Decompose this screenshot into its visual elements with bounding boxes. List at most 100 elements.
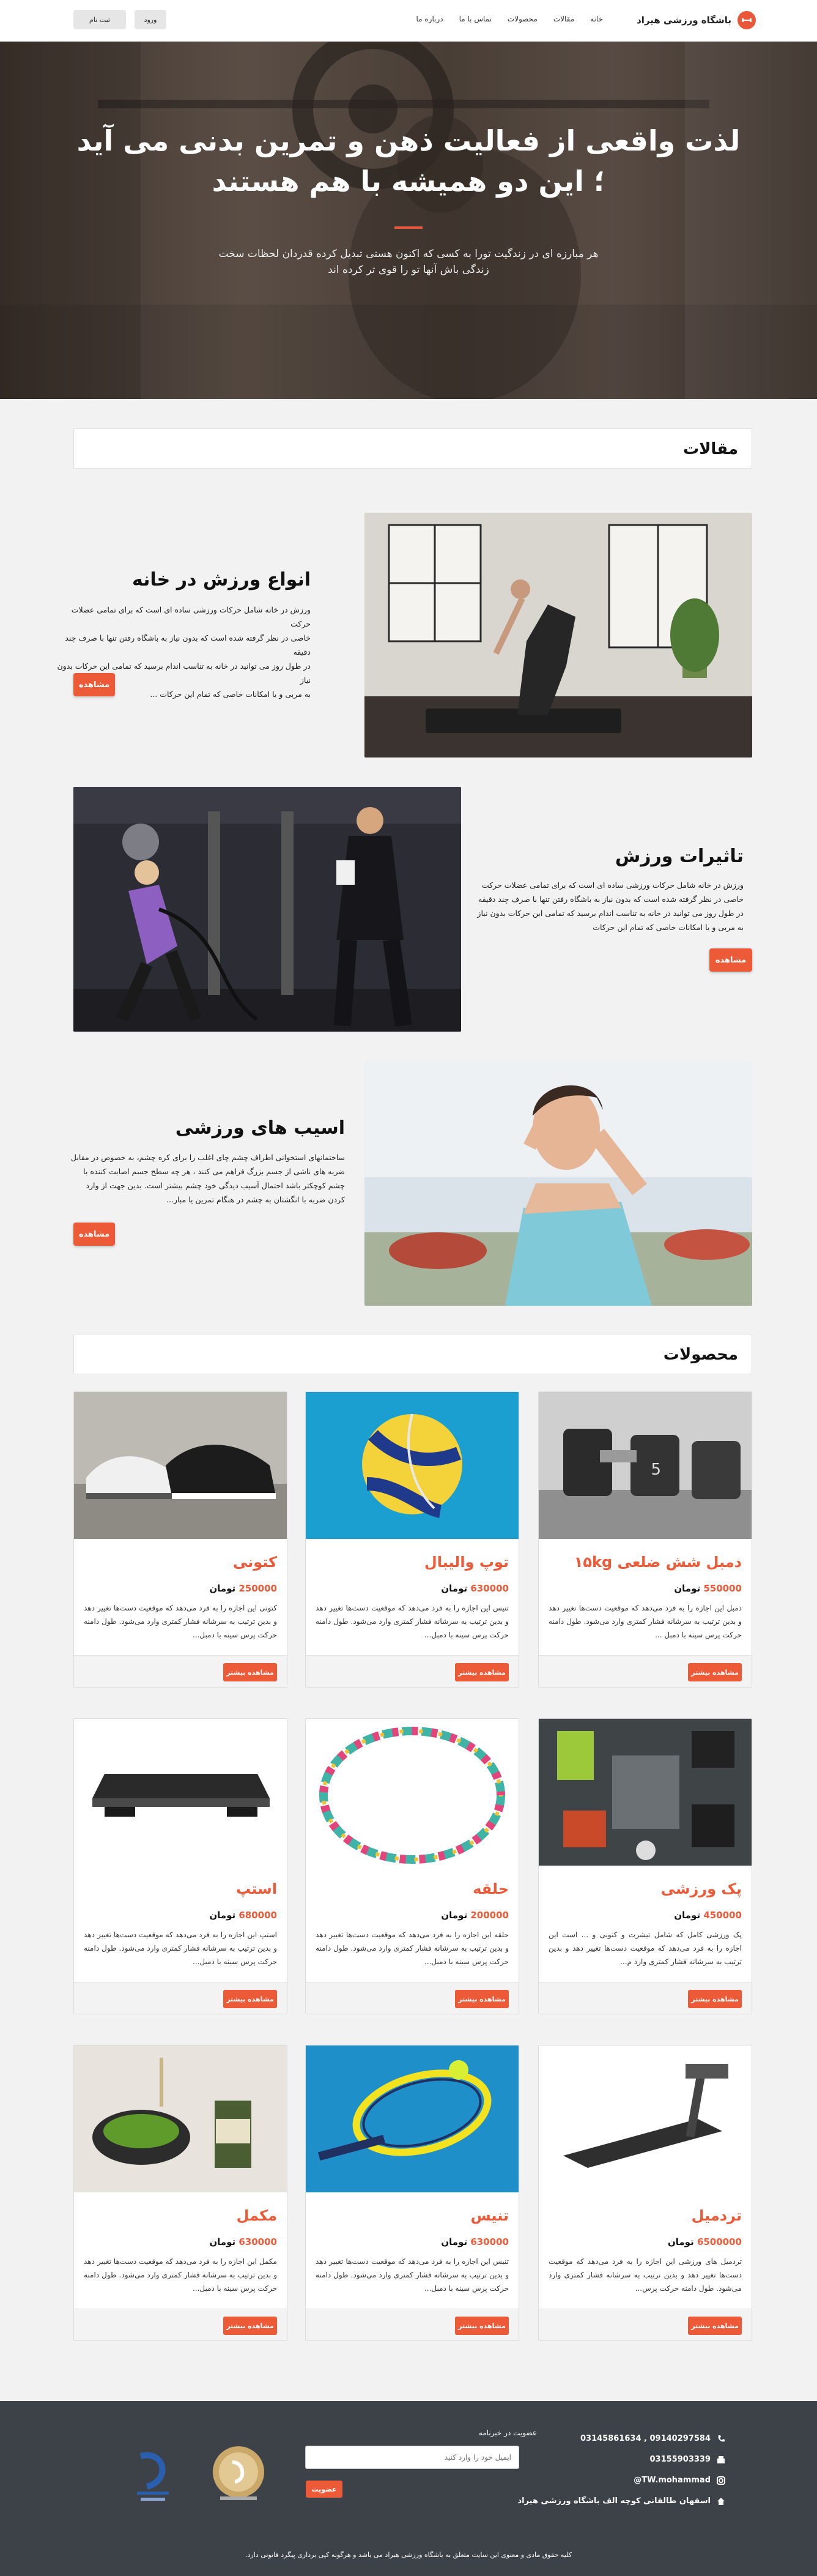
article-title-sports-injuries[interactable]: اسیب های ورزشی (176, 1117, 345, 1139)
hero-subtitle-line2: زندگی باش آنها تو را قوی تر کرده اند (328, 264, 489, 276)
product-price: 630000 تومان (441, 1583, 509, 1594)
product-name: دمبل شش ضلعی ۱۵kg (574, 1554, 742, 1571)
product-name: مکمل (236, 2207, 277, 2224)
product-description: پک ورزشی کامل که شامل تیشرت و کتونی و ..… (549, 1930, 742, 1966)
product-card-footer: مشاهده بیشتر (306, 1655, 519, 1687)
article-excerpt-sports-injuries: ساختمانهای استخوانی اطراف چشم چای اغلب ر… (70, 1153, 345, 1204)
subscribe-button[interactable]: عضویت (306, 2481, 342, 2498)
product-card[interactable]: کتونی 250000 تومان کتونی این اجازه را به… (73, 1391, 287, 1688)
menu-item-articles[interactable]: مقالات (553, 15, 574, 23)
product-card[interactable]: 5 دمبل شش ضلعی ۱۵kg 550000 تومان دمبل ای… (538, 1391, 752, 1688)
article-image-home-workout[interactable] (364, 513, 752, 758)
main-menu: خانه مقالات محصولات تماس با ما درباره ما (416, 15, 604, 23)
product-image-volleyball (306, 1392, 519, 1539)
product-name: حلقه (473, 1880, 509, 1897)
product-name: استپ (235, 1880, 277, 1897)
footer-fax: 03155903339 (650, 2455, 726, 2464)
product-price: 630000 تومان (209, 2236, 277, 2247)
article-read-more-button[interactable]: مشاهده (73, 1223, 115, 1246)
hero-banner: لذت واقعی از فعالیت ذهن و تمرین بدنی می … (0, 42, 817, 399)
product-description: تردمیل های ورزشی این اجازه را به فرد می‌… (549, 2257, 742, 2293)
product-card[interactable]: تردمیل 6500000 تومان تردمیل های ورزشی ای… (538, 2045, 752, 2341)
navbar: باشگاه ورزشی هیراد خانه مقالات محصولات ت… (0, 0, 817, 42)
product-price: 250000 تومان (209, 1583, 277, 1594)
product-image-tennis-racket (306, 2046, 519, 2192)
svg-text:5: 5 (651, 1461, 661, 1479)
view-more-button[interactable]: مشاهده بیشتر (688, 2317, 742, 2335)
menu-item-about[interactable]: درباره ما (416, 15, 443, 23)
product-image-treadmill (539, 2046, 752, 2192)
hero-divider (394, 226, 423, 229)
view-more-button[interactable]: مشاهده بیشتر (688, 1663, 742, 1681)
footer: 09140297584 , 03145861634 03155903339 TW… (0, 2401, 817, 2576)
view-more-button[interactable]: مشاهده بیشتر (223, 2317, 277, 2335)
article-title-home-workout[interactable]: انواع ورزش در خانه (132, 569, 311, 590)
fax-icon (717, 2455, 725, 2464)
footer-address: اسفهان طالقانی کوچه الف باشگاه ورزشی هیر… (517, 2496, 725, 2506)
menu-item-contact[interactable]: تماس با ما (459, 15, 492, 23)
article-read-more-button[interactable]: مشاهده (73, 673, 115, 696)
hero-title-line1: لذت واقعی از فعالیت ذهن و تمرین بدنی می … (76, 124, 741, 157)
product-price: 200000 تومان (441, 1910, 509, 1921)
product-name: توپ والیبال (424, 1554, 509, 1571)
product-image-supplement (74, 2046, 287, 2192)
view-more-button[interactable]: مشاهده بیشتر (223, 1990, 277, 2008)
product-card-footer: مشاهده بیشتر (74, 1982, 287, 2014)
article-image-exercise-effects[interactable] (73, 787, 461, 1032)
enamad-trust-badge[interactable] (208, 2444, 269, 2505)
product-description: مکمل این اجازه را به فرد می‌دهد که موقعی… (84, 2257, 277, 2293)
product-card-footer: مشاهده بیشتر (306, 2309, 519, 2340)
product-description: تنیس این اجازه را به فرد می‌دهد که موقعی… (316, 1604, 509, 1639)
product-card[interactable]: استپ 680000 تومان استپ این اجازه را به ف… (73, 1718, 287, 2014)
newsletter-title: عضویت در خبرنامه (478, 2429, 537, 2437)
copyright-text: کلیه حقوق مادی و معنوی این سایت متعلق به… (245, 2551, 572, 2559)
product-price: 630000 تومان (441, 2236, 509, 2247)
product-description: دمبل این اجازه را به فرد می‌دهد که موقعی… (549, 1604, 742, 1639)
footer-phones: 09140297584 , 03145861634 (580, 2434, 725, 2443)
view-more-button[interactable]: مشاهده بیشتر (688, 1990, 742, 2008)
product-card[interactable]: تنیس 630000 تومان تنیس این اجازه را به ف… (305, 2045, 519, 2341)
product-price: 6500000 تومان (667, 2236, 742, 2247)
product-card[interactable]: مکمل 630000 تومان مکمل این اجازه را به ف… (73, 2045, 287, 2341)
product-image-hoop (306, 1719, 519, 1866)
article-title-exercise-effects[interactable]: تاثیرات ورزش (615, 846, 744, 867)
signup-button[interactable]: ثبت نام (73, 10, 126, 29)
product-name: کتونی (232, 1554, 277, 1571)
product-card[interactable]: توپ والیبال 630000 تومان تنیس این اجازه … (305, 1391, 519, 1688)
dumbbell-logo-icon (738, 11, 756, 29)
login-button[interactable]: ورود (135, 10, 166, 29)
product-price: 450000 تومان (674, 1910, 742, 1921)
view-more-button[interactable]: مشاهده بیشتر (455, 1990, 509, 2008)
menu-item-products[interactable]: محصولات (508, 15, 538, 23)
article-image-sports-injuries[interactable] (364, 1061, 752, 1306)
footer-instagram[interactable]: TW.mohammad@ (634, 2476, 725, 2485)
product-image-step-board (74, 1719, 287, 1866)
product-price: 680000 تومان (209, 1910, 277, 1921)
phone-icon (717, 2435, 725, 2443)
view-more-button[interactable]: مشاهده بیشتر (455, 1663, 509, 1681)
product-image-sports-pack (539, 1719, 752, 1866)
hero-title-line2: ؛ این دو همیشه با هم هستند (212, 165, 605, 198)
instagram-icon (717, 2476, 725, 2485)
samandehi-badge[interactable] (122, 2444, 183, 2505)
products-section-title: محصولات (663, 1346, 738, 1364)
product-card-footer: مشاهده بیشتر (539, 2309, 752, 2340)
product-image-sneakers (74, 1392, 287, 1539)
article-read-more-button[interactable]: مشاهده (709, 948, 752, 972)
hero-subtitle-line1: هر مبارزه ای در زندگیت تورا به کسی که اک… (218, 248, 599, 260)
product-description: کتونی این اجازه را به فرد می‌دهد که موقع… (84, 1604, 277, 1639)
hero-background-image (0, 42, 817, 399)
product-card[interactable]: حلقه 200000 تومان حلقه این اجازه را به ف… (305, 1718, 519, 2014)
product-description: تنیس این اجازه را به فرد می‌دهد که موقعی… (316, 2257, 509, 2293)
menu-item-home[interactable]: خانه (590, 15, 603, 23)
view-more-button[interactable]: مشاهده بیشتر (223, 1663, 277, 1681)
product-image-dumbbell: 5 (539, 1392, 752, 1539)
newsletter-email-input[interactable] (305, 2446, 519, 2469)
brand[interactable]: باشگاه ورزشی هیراد (637, 11, 756, 29)
product-card-footer: مشاهده بیشتر (539, 1655, 752, 1687)
products-section-header: محصولات (73, 1334, 752, 1374)
product-price: 550000 تومان (674, 1583, 742, 1594)
product-card[interactable]: پک ورزشی 450000 تومان پک ورزشی کامل که ش… (538, 1718, 752, 2014)
product-card-footer: مشاهده بیشتر (74, 1655, 287, 1687)
view-more-button[interactable]: مشاهده بیشتر (455, 2317, 509, 2335)
